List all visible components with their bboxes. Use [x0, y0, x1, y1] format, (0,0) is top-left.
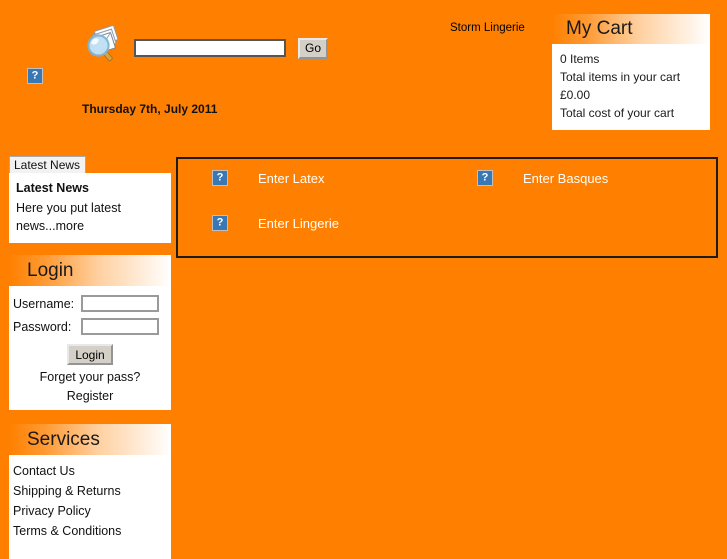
enter-lingerie-item[interactable]: Enter Lingerie — [212, 215, 339, 231]
latest-news-text: Here you put latest news...more — [16, 201, 121, 233]
broken-image-icon — [212, 170, 228, 186]
cart-body: 0 Items Total items in your cart £0.00 T… — [552, 44, 710, 130]
cart-item-count: 0 Items — [560, 52, 600, 66]
password-row: Password: — [9, 315, 171, 338]
search-form: Go — [82, 24, 328, 71]
cart-item-count-label: Total items in your cart — [560, 70, 681, 84]
current-date: Thursday 7th, July 2011 — [82, 102, 218, 116]
enter-basques-link[interactable]: Enter Basques — [523, 171, 608, 186]
username-label: Username: — [13, 296, 75, 311]
latest-news-panel: Latest News Here you put latest news...m… — [9, 173, 171, 243]
cart-total-amount: £0.00 — [560, 88, 591, 102]
enter-latex-link[interactable]: Enter Latex — [258, 171, 325, 186]
cart-title: My Cart — [552, 14, 710, 44]
latest-news-tab[interactable]: Latest News — [9, 156, 87, 173]
search-input[interactable] — [134, 39, 286, 57]
broken-image-icon — [477, 170, 493, 186]
register-link[interactable]: Register — [9, 384, 171, 403]
left-sidebar: Latest News Latest News Here you put lat… — [9, 156, 171, 559]
services-list: Contact Us Shipping & Returns Privacy Po… — [9, 455, 171, 549]
broken-image-icon — [27, 68, 43, 84]
site-name: Storm Lingerie — [450, 22, 525, 34]
login-panel: Login Username: Password: Login Forget y… — [9, 255, 171, 410]
service-link-terms-conditions[interactable]: Terms & Conditions — [9, 521, 171, 541]
forgot-password-link[interactable]: Forget your pass? — [9, 367, 171, 384]
login-submit-button[interactable]: Login — [67, 344, 113, 365]
login-form: Username: Password: Login Forget your pa… — [9, 286, 171, 411]
enter-basques-item[interactable]: Enter Basques — [477, 170, 608, 186]
search-go-button[interactable]: Go — [298, 37, 328, 59]
service-link-contact-us[interactable]: Contact Us — [9, 461, 171, 481]
login-title: Login — [9, 255, 171, 286]
cart-panel: My Cart 0 Items Total items in your cart… — [552, 14, 710, 130]
service-link-shipping-returns[interactable]: Shipping & Returns — [9, 481, 171, 501]
latest-news-heading: Latest News — [16, 181, 89, 195]
service-link-privacy-policy[interactable]: Privacy Policy — [9, 501, 171, 521]
services-panel: Services Contact Us Shipping & Returns P… — [9, 424, 171, 559]
services-title: Services — [9, 424, 171, 455]
password-label: Password: — [13, 319, 72, 334]
magnifier-documents-icon — [82, 24, 128, 71]
password-input[interactable] — [81, 318, 159, 335]
enter-lingerie-link[interactable]: Enter Lingerie — [258, 216, 339, 231]
username-row: Username: — [9, 292, 171, 315]
cart-total-label: Total cost of your cart — [560, 106, 675, 120]
login-button-row: Login — [9, 338, 171, 367]
main-content-box: Enter Latex Enter Basques Enter Lingerie — [176, 157, 718, 258]
enter-latex-item[interactable]: Enter Latex — [212, 170, 325, 186]
username-input[interactable] — [81, 295, 159, 312]
broken-image-icon — [212, 215, 228, 231]
